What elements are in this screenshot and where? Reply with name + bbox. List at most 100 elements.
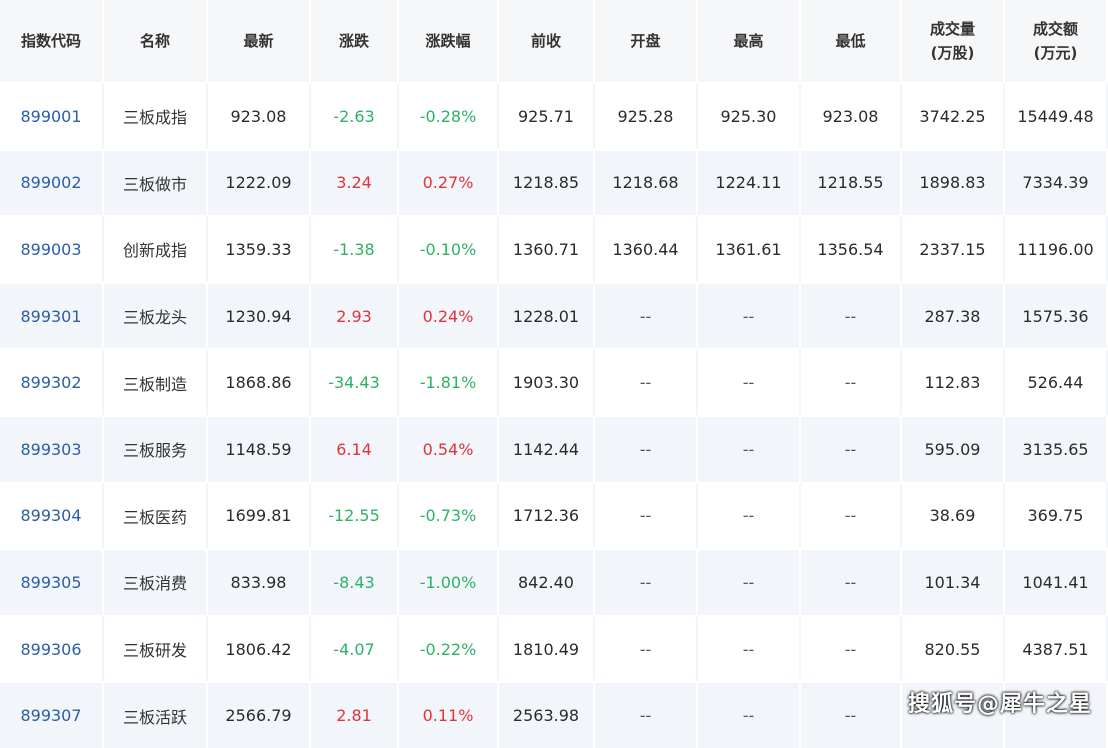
low-cell: 1218.55 [801,148,902,216]
change-cell: 2.81 [311,681,399,748]
index-code-cell[interactable]: 899307 [0,681,104,748]
high-cell: -- [698,414,801,482]
index-name-cell: 三板做市 [104,148,208,216]
low-cell: -- [801,681,902,748]
index-code-cell[interactable]: 899301 [0,281,104,349]
table-row[interactable]: 899303 三板服务 1148.59 6.14 0.54% 1142.44 -- -- -- 5… [0,414,1108,482]
amount-cell: 526.44 [1005,348,1108,415]
table-header-row: 指数代码 名称 最新 涨跌 涨跌幅 前收 开盘 最高 最低 成交量 (万股) 成… [0,0,1108,82]
index-code-cell[interactable]: 899305 [0,548,104,615]
last-price-cell: 1359.33 [208,215,311,282]
high-cell: -- [698,548,801,615]
open-cell: -- [595,681,698,748]
header-name[interactable]: 名称 [104,0,208,82]
header-index-code[interactable]: 指数代码 [0,0,104,82]
prev-close-cell: 1903.30 [499,348,595,415]
open-cell: -- [595,414,698,482]
index-name-cell: 三板研发 [104,614,208,682]
change-pct-cell: -0.28% [399,82,499,149]
change-pct-cell: 0.11% [399,681,499,748]
amount-cell: 4387.51 [1005,614,1108,682]
open-cell: -- [595,548,698,615]
index-code-cell[interactable]: 899302 [0,348,104,415]
open-cell: -- [595,614,698,682]
high-cell: -- [698,614,801,682]
last-price-cell: 1868.86 [208,348,311,415]
volume-cell: 1898.83 [902,148,1005,216]
volume-cell: 112.83 [902,348,1005,415]
last-price-cell: 2566.79 [208,681,311,748]
index-code-cell[interactable]: 899003 [0,215,104,282]
watermark: 搜狐号@犀牛之星 [907,692,1092,717]
table-row[interactable]: 899305 三板消费 833.98 -8.43 -1.00% 842.40 -- -- -- 1… [0,548,1108,615]
last-price-cell: 1148.59 [208,414,311,482]
amount-cell: 1041.41 [1005,548,1108,615]
header-open[interactable]: 开盘 [595,0,698,82]
prev-close-cell: 1228.01 [499,281,595,349]
high-cell: -- [698,481,801,549]
change-cell: -12.55 [311,481,399,549]
index-code-cell[interactable]: 899002 [0,148,104,216]
low-cell: -- [801,614,902,682]
change-pct-cell: -0.73% [399,481,499,549]
index-code-cell[interactable]: 899001 [0,82,104,149]
table-row[interactable]: 899003 创新成指 1359.33 -1.38 -0.10% 1360.71 1360.… [0,215,1108,282]
amount-cell: 15449.48 [1005,82,1108,149]
table-row[interactable]: 899001 三板成指 923.08 -2.63 -0.28% 925.71 925.28 9… [0,82,1108,149]
open-cell: 1360.44 [595,215,698,282]
low-cell: -- [801,348,902,415]
header-change[interactable]: 涨跌 [311,0,399,82]
change-pct-cell: 0.24% [399,281,499,349]
high-cell: 1224.11 [698,148,801,216]
amount-cell: 369.75 [1005,481,1108,549]
prev-close-cell: 1712.36 [499,481,595,549]
amount-cell: 3135.65 [1005,414,1108,482]
prev-close-cell: 1142.44 [499,414,595,482]
change-pct-cell: -0.22% [399,614,499,682]
prev-close-cell: 1360.71 [499,215,595,282]
index-name-cell: 创新成指 [104,215,208,282]
open-cell: -- [595,281,698,349]
table-row[interactable]: 899301 三板龙头 1230.94 2.93 0.24% 1228.01 -- -- -- 2… [0,281,1108,349]
header-volume[interactable]: 成交量 (万股) [902,0,1005,82]
index-quote-table: 指数代码 名称 最新 涨跌 涨跌幅 前收 开盘 最高 最低 成交量 (万股) 成… [0,0,1108,748]
header-change-pct[interactable]: 涨跌幅 [399,0,499,82]
last-price-cell: 1230.94 [208,281,311,349]
last-price-cell: 1222.09 [208,148,311,216]
change-cell: 2.93 [311,281,399,349]
index-name-cell: 三板龙头 [104,281,208,349]
table-row[interactable]: 899002 三板做市 1222.09 3.24 0.27% 1218.85 1218.68… [0,148,1108,216]
index-code-cell[interactable]: 899306 [0,614,104,682]
table-row[interactable]: 899304 三板医药 1699.81 -12.55 -0.73% 1712.36 -- --… [0,481,1108,549]
low-cell: -- [801,281,902,349]
amount-cell: 11196.00 [1005,215,1108,282]
volume-cell: 3742.25 [902,82,1005,149]
prev-close-cell: 842.40 [499,548,595,615]
amount-cell: 1575.36 [1005,281,1108,349]
header-prev-close[interactable]: 前收 [499,0,595,82]
table-row[interactable]: 899306 三板研发 1806.42 -4.07 -0.22% 1810.49 -- -- -… [0,614,1108,682]
index-code-cell[interactable]: 899303 [0,414,104,482]
header-high[interactable]: 最高 [698,0,801,82]
low-cell: 923.08 [801,82,902,149]
prev-close-cell: 2563.98 [499,681,595,748]
table-row[interactable]: 899302 三板制造 1868.86 -34.43 -1.81% 1903.30 -- --… [0,348,1108,415]
amount-cell: 7334.39 [1005,148,1108,216]
index-code-cell[interactable]: 899304 [0,481,104,549]
change-pct-cell: 0.54% [399,414,499,482]
low-cell: -- [801,481,902,549]
header-amount[interactable]: 成交额 (万元) [1005,0,1108,82]
header-last[interactable]: 最新 [208,0,311,82]
change-cell: 3.24 [311,148,399,216]
high-cell: 925.30 [698,82,801,149]
header-low[interactable]: 最低 [801,0,902,82]
open-cell: 1218.68 [595,148,698,216]
low-cell: -- [801,414,902,482]
table-body: 899001 三板成指 923.08 -2.63 -0.28% 925.71 925.28 9… [0,82,1108,748]
low-cell: 1356.54 [801,215,902,282]
change-pct-cell: 0.27% [399,148,499,216]
change-pct-cell: -0.10% [399,215,499,282]
last-price-cell: 923.08 [208,82,311,149]
change-cell: -2.63 [311,82,399,149]
index-name-cell: 三板服务 [104,414,208,482]
